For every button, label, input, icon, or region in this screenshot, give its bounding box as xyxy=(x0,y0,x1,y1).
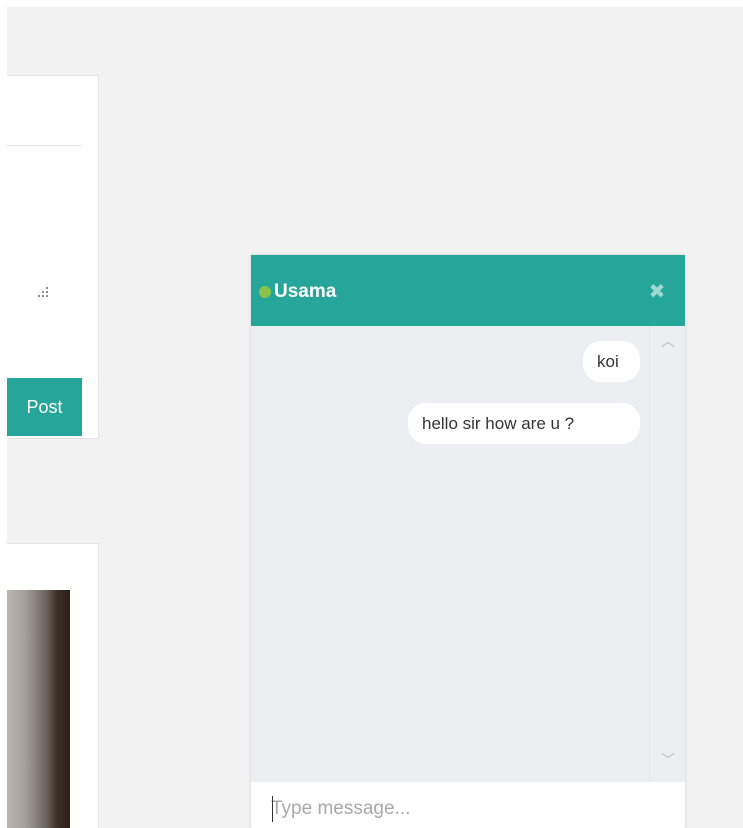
message-bubble: hello sir how are u ? xyxy=(408,403,640,444)
chat-scrollbar[interactable]: ︿ ﹀ xyxy=(649,326,685,782)
divider xyxy=(7,145,81,146)
chat-header[interactable]: Usama ✖ xyxy=(251,255,685,326)
post-button[interactable]: Post xyxy=(7,378,82,436)
message-bubble: koi xyxy=(583,341,640,382)
scroll-down-icon[interactable]: ﹀ xyxy=(661,754,675,768)
online-status-icon xyxy=(259,286,271,298)
chat-messages xyxy=(251,326,685,782)
post-image[interactable] xyxy=(7,590,70,828)
chat-input-area xyxy=(251,782,685,828)
close-icon[interactable]: ✖ xyxy=(647,281,667,301)
chat-contact-name: Usama xyxy=(274,281,337,302)
message-input[interactable] xyxy=(271,794,671,824)
feed-post-card xyxy=(7,543,99,828)
page: Post Usama ✖ koi hello sir how are u ? ︿… xyxy=(0,0,743,828)
left-edge xyxy=(0,0,7,828)
scroll-up-icon[interactable]: ︿ xyxy=(661,335,675,349)
chat-window: Usama ✖ koi hello sir how are u ? ︿ ﹀ xyxy=(251,255,685,828)
text-caret xyxy=(272,796,273,822)
post-composer-card: Post xyxy=(7,75,99,439)
top-band xyxy=(0,0,743,7)
resize-grip-icon[interactable] xyxy=(38,287,48,297)
